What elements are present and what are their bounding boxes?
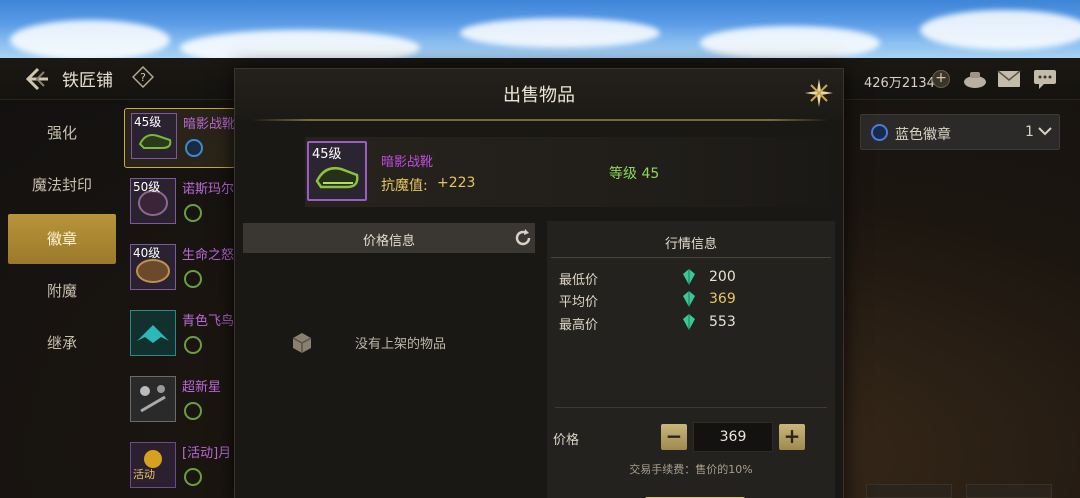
gem-icon xyxy=(683,291,695,307)
market-title: 行情信息 xyxy=(664,237,717,252)
dialog-title: 出售物品 xyxy=(503,85,575,106)
empty-box-icon xyxy=(289,331,315,355)
stat-label: 抗魔值: xyxy=(381,178,428,194)
price-input[interactable]: 369 xyxy=(693,422,773,452)
item-name: 诺斯玛尔 xyxy=(182,182,235,197)
avg-price-label: 平均价 xyxy=(559,295,599,310)
page-title: 铁匠铺 xyxy=(62,71,113,91)
item-thumbnail xyxy=(130,310,176,356)
blue-emblem-icon xyxy=(871,124,888,141)
emblem-slot-icon xyxy=(184,270,202,288)
gold-amount: 426万2134 xyxy=(864,76,935,91)
empty-listing-text: 没有上架的物品 xyxy=(355,337,447,352)
dialog-header: 出售物品 xyxy=(235,69,843,119)
list-item[interactable]: 活动 [活动]月 xyxy=(124,438,236,498)
bottom-card xyxy=(866,484,952,498)
divider xyxy=(551,257,831,258)
stat-value: +223 xyxy=(437,175,476,191)
emblem-slot-icon xyxy=(185,139,203,157)
price-info-header: 价格信息 xyxy=(243,223,535,253)
bag-icon[interactable] xyxy=(962,68,988,90)
max-price-label: 最高价 xyxy=(559,318,599,333)
item-level: 等级 45 xyxy=(609,166,660,182)
item-name: 青色飞鸟 xyxy=(182,314,235,329)
item-name: [活动]月 xyxy=(182,446,232,461)
list-item[interactable]: 超新星 xyxy=(124,372,236,432)
item-name: 暗影战靴 xyxy=(183,117,236,132)
emblem-slot-icon xyxy=(184,204,202,222)
list-item[interactable]: 青色飞鸟 xyxy=(124,306,236,366)
emblem-filter-dropdown[interactable]: 蓝色徽章 1 xyxy=(860,114,1060,150)
add-gold-button[interactable]: + xyxy=(932,70,950,88)
item-thumbnail xyxy=(130,376,176,422)
refresh-icon[interactable] xyxy=(513,228,533,248)
max-price-value: 553 xyxy=(709,314,736,330)
emblem-slot-icon xyxy=(184,336,202,354)
min-price-label: 最低价 xyxy=(559,273,599,288)
emblem-slot-icon xyxy=(184,468,202,486)
tab-magic-seal[interactable]: 魔法封印 xyxy=(8,160,116,210)
category-tabs: 强化 魔法封印 徽章 附魔 继承 xyxy=(8,106,118,366)
emblem-slot-icon xyxy=(184,402,202,420)
sky-background xyxy=(0,0,1080,58)
gem-icon xyxy=(683,314,695,330)
item-banner xyxy=(305,137,845,207)
list-item[interactable]: 40级 生命之怒 xyxy=(124,240,236,300)
market-info-panel: 行情信息 最低价 200 平均价 369 最高价 553 价格 − 369 + … xyxy=(547,221,835,498)
avg-price-value: 369 xyxy=(709,291,736,307)
close-icon[interactable] xyxy=(803,77,835,109)
tab-emblem[interactable]: 徽章 xyxy=(8,214,116,264)
divider xyxy=(555,407,827,408)
bottom-card xyxy=(966,484,1052,498)
item-name: 暗影战靴 xyxy=(381,155,434,170)
svg-text:?: ? xyxy=(140,71,146,84)
tab-strengthen[interactable]: 强化 xyxy=(8,108,116,158)
item-name: 超新星 xyxy=(182,380,222,395)
increase-price-button[interactable]: + xyxy=(779,424,805,450)
chevron-down-icon xyxy=(1037,123,1053,139)
question-icon[interactable]: ? xyxy=(131,65,155,89)
decrease-price-button[interactable]: − xyxy=(661,424,687,450)
event-badge: 活动 xyxy=(133,468,155,481)
divider xyxy=(251,119,829,121)
sell-item-dialog: 出售物品 45级 暗影战靴 抗魔值: +223 等级 45 价格信息 没有上架的… xyxy=(234,68,845,498)
list-item[interactable]: 50级 诺斯玛尔 xyxy=(124,174,236,234)
price-label: 价格 xyxy=(553,433,580,448)
item-thumbnail: 45级 xyxy=(307,141,367,201)
fee-text: 交易手续费：售价的10% xyxy=(629,463,753,476)
min-price-value: 200 xyxy=(709,269,736,285)
back-arrow-icon[interactable] xyxy=(24,66,52,92)
mail-icon[interactable] xyxy=(996,68,1022,90)
tab-enchant[interactable]: 附魔 xyxy=(8,266,116,316)
tab-inherit[interactable]: 继承 xyxy=(8,318,116,368)
list-item[interactable]: 45级 暗影战靴 xyxy=(124,108,236,168)
gem-icon xyxy=(683,269,695,285)
chat-icon[interactable] xyxy=(1032,68,1058,90)
item-name: 生命之怒 xyxy=(182,248,235,263)
